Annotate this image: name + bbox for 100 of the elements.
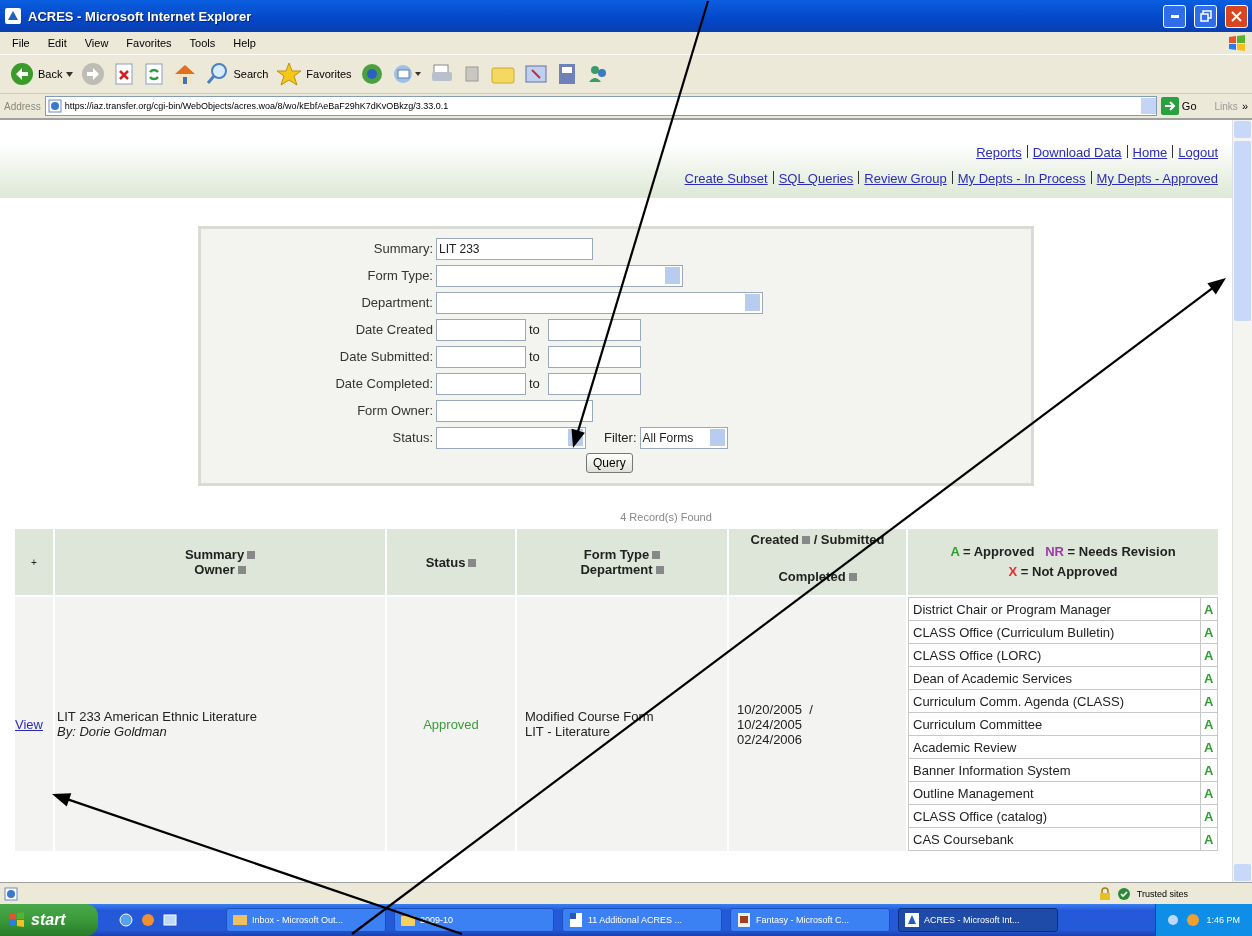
address-field[interactable]: https://iaz.transfer.org/cgi-bin/WebObjects/acres.woa/8/wo/kEbfAeBaF29hK7dKvOBkzg/3.33.0.1 — [44, 96, 1157, 116]
forward-button[interactable] — [81, 62, 106, 86]
back-button[interactable]: Back — [10, 62, 74, 86]
nav-link[interactable]: My Depts - In Process — [957, 171, 1086, 186]
go-button[interactable]: Go — [1160, 97, 1211, 115]
menu-item[interactable]: File — [12, 37, 30, 49]
column-heading[interactable]: Owner — [194, 562, 235, 577]
approval-step: Curriculum Committee — [908, 712, 1201, 736]
status-text: Approved — [423, 716, 479, 732]
sort-icon[interactable] — [848, 573, 857, 581]
browser-launch-icon[interactable] — [118, 912, 134, 928]
nav-link[interactable]: Logout — [1178, 145, 1218, 160]
date-field[interactable] — [436, 372, 526, 395]
view-link[interactable]: View — [15, 716, 43, 732]
search-button[interactable]: Search — [205, 62, 269, 86]
column-heading[interactable]: Form Type — [583, 547, 650, 562]
favorites-button[interactable]: Favorites — [276, 62, 352, 86]
sort-icon[interactable] — [652, 551, 661, 559]
sort-icon[interactable] — [468, 558, 477, 567]
mail-button[interactable] — [391, 62, 422, 86]
approval-step: Dean of Academic Services — [908, 666, 1201, 690]
media-button[interactable] — [359, 62, 384, 86]
nav-link[interactable]: Create Subset — [684, 171, 768, 186]
desktop-launch-icon[interactable] — [162, 912, 178, 928]
owner-text: By: Dorie Goldman — [57, 724, 168, 739]
mail-icon — [232, 912, 248, 928]
page-icon — [47, 99, 62, 113]
messenger-button[interactable] — [523, 62, 548, 86]
sort-icon[interactable] — [655, 566, 664, 574]
chevron[interactable]: » — [1241, 100, 1248, 112]
restore-button[interactable] — [1194, 4, 1217, 28]
search-icon — [205, 62, 230, 86]
sort-icon[interactable] — [247, 551, 256, 559]
legend-header: A = Approved NR = Needs Revision X = Not Approved — [908, 529, 1218, 595]
minimize-button[interactable] — [1163, 4, 1186, 28]
start-button[interactable]: start — [0, 904, 98, 936]
dropdown[interactable]: All Forms — [639, 426, 728, 449]
dropdown[interactable] — [436, 426, 586, 449]
column-heading[interactable]: Created — [750, 532, 799, 547]
field-label: Form Type: — [366, 268, 434, 283]
app-launch-icon[interactable] — [140, 912, 156, 928]
browser-page-icon — [904, 912, 920, 928]
range-label: to — [528, 376, 541, 391]
close-button[interactable] — [1225, 4, 1248, 28]
date-field[interactable] — [436, 318, 526, 341]
nav-link[interactable]: Download Data — [1032, 145, 1122, 160]
nav-link[interactable]: My Depts - Approved — [1096, 171, 1218, 186]
field-label: Date Completed: — [334, 376, 434, 391]
field-label: Filter: — [604, 430, 637, 445]
taskbar-item[interactable]: ACRES - Microsoft Int... — [898, 908, 1058, 932]
menu-item[interactable]: Tools — [189, 37, 216, 49]
approval-step: District Chair or Program Manager — [908, 597, 1201, 621]
nav-link[interactable]: SQL Queries — [778, 171, 854, 186]
taskbar-item[interactable]: Inbox - Microsoft Out... — [226, 908, 386, 932]
approval-step: CAS Coursebank — [908, 827, 1201, 851]
text-field[interactable]: LIT 233 — [436, 237, 593, 260]
network-icon[interactable] — [1166, 913, 1181, 927]
date-field[interactable] — [436, 345, 526, 368]
query-button[interactable]: Query — [586, 453, 633, 473]
field-label: Department: — [360, 295, 434, 310]
refresh-button[interactable] — [143, 62, 166, 86]
menu-item[interactable]: Favorites — [126, 37, 172, 49]
approval-step: Curriculum Comm. Agenda (CLASS) — [908, 689, 1201, 713]
caret-icon — [66, 71, 74, 77]
nav-link[interactable]: Home — [1132, 145, 1168, 160]
taskbar-item[interactable]: 11 Additional ACRES ... — [562, 908, 722, 932]
stop-button[interactable] — [113, 62, 136, 86]
windows-logo-icon — [1226, 34, 1248, 52]
text-field[interactable] — [436, 399, 593, 422]
windows-logo-icon — [8, 911, 26, 929]
ie-page-icon — [4, 7, 22, 25]
date-field[interactable] — [548, 345, 641, 368]
column-heading[interactable]: Department — [580, 562, 653, 577]
date-text: 10/20/2005 / — [737, 701, 814, 717]
nav-link[interactable]: Review Group — [864, 171, 947, 186]
column-heading[interactable]: Summary — [184, 547, 245, 562]
date-text: 02/24/2006 — [737, 731, 804, 747]
date-text: 10/24/2005 — [737, 716, 804, 732]
records-count: 4 Record(s) Found — [619, 511, 713, 523]
nav-link[interactable]: Reports — [976, 145, 1022, 160]
taskbar-item[interactable]: Fantasy - Microsoft C... — [730, 908, 890, 932]
range-label: to — [528, 349, 541, 364]
menu-item[interactable]: Edit — [47, 37, 67, 49]
check-icon — [1116, 886, 1131, 901]
minimize-icon — [1170, 14, 1179, 18]
document-icon — [568, 912, 584, 928]
column-heading[interactable]: Status — [425, 554, 466, 570]
clock: 1:46 PM — [1206, 915, 1240, 925]
date-field[interactable] — [548, 318, 641, 341]
dropdown-button[interactable] — [1140, 98, 1156, 114]
column-heading[interactable]: + — [31, 556, 37, 568]
menu-item[interactable]: View — [84, 37, 109, 49]
sort-icon[interactable] — [237, 566, 246, 574]
tray-app-icon[interactable] — [1186, 913, 1201, 927]
date-field[interactable] — [548, 372, 641, 395]
approval-step: Outline Management — [908, 781, 1201, 805]
menu-item[interactable]: Help — [233, 37, 256, 49]
field-label: Status: — [391, 430, 434, 445]
field-label: Date Created — [354, 322, 434, 337]
scrollbar[interactable] — [1232, 120, 1252, 883]
